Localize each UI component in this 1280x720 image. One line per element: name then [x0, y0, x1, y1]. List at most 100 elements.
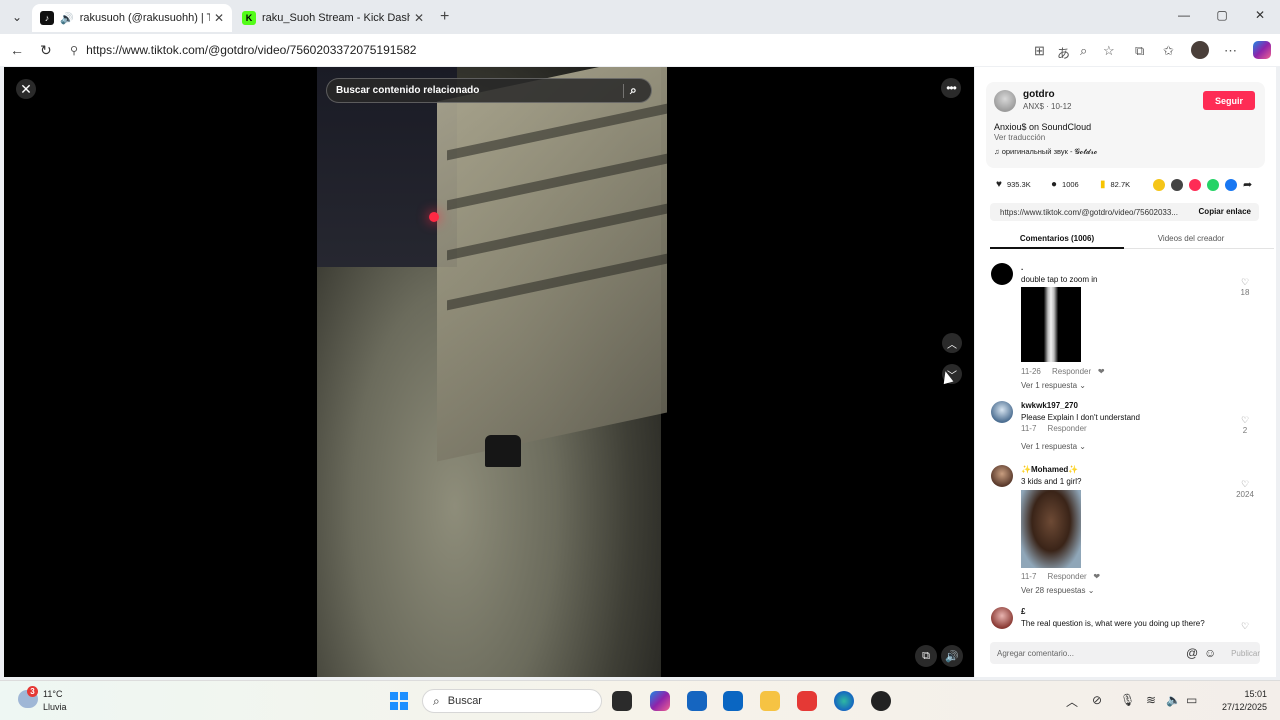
copy-link-button[interactable]: Copiar enlace	[1199, 207, 1251, 216]
outlook-icon[interactable]	[723, 691, 743, 711]
view-replies-link[interactable]: Ver 28 respuestas ⌄	[1021, 586, 1094, 595]
mention-icon[interactable]: @	[1186, 646, 1198, 660]
volume-icon[interactable]: 🔊	[941, 645, 963, 667]
tab-creator-videos[interactable]: Videos del creador	[1124, 234, 1258, 243]
reply-button[interactable]: Responder	[1048, 424, 1087, 433]
close-video-icon[interactable]: ✕	[16, 79, 36, 99]
comment-username[interactable]: £	[1021, 607, 1025, 616]
address-bar[interactable]: ⚲ https://www.tiktok.com/@gotdro/video/7…	[64, 38, 1126, 62]
comment-input-placeholder[interactable]: Agregar comentario...	[997, 649, 1074, 658]
show-hidden-icons-icon[interactable]: ︿	[1066, 693, 1078, 710]
site-info-icon[interactable]: ⚲	[70, 44, 78, 57]
creator-avatar[interactable]	[994, 90, 1016, 112]
edge-browser-icon[interactable]	[834, 691, 854, 711]
comment-like-button[interactable]: ♡ 18	[1235, 277, 1255, 297]
like-stat[interactable]: ♥ 935.3K	[996, 179, 1031, 190]
comment-username[interactable]: kwkwk197_270	[1021, 401, 1078, 410]
related-search-input[interactable]: Buscar contenido relacionado ⌕	[326, 78, 652, 103]
heart-icon[interactable]: ♥	[996, 179, 1002, 190]
weather-temperature[interactable]: 11°C	[43, 689, 62, 699]
url-text[interactable]: https://www.tiktok.com/@gotdro/video/756…	[86, 43, 416, 57]
battery-icon[interactable]: ▭	[1186, 693, 1197, 707]
app-available-icon[interactable]: ⊞	[1034, 43, 1045, 59]
refresh-icon[interactable]: ↻	[40, 42, 52, 59]
video-player[interactable]: ✕ Buscar contenido relacionado ⌕ ••• ︿ ﹀…	[4, 67, 974, 677]
comment-stat[interactable]: ● 1006	[1051, 179, 1079, 190]
view-replies-link[interactable]: Ver 1 respuesta ⌄	[1021, 442, 1086, 451]
close-tab-icon[interactable]: ✕	[214, 11, 224, 25]
comment-like-button[interactable]: ♡ 2	[1235, 415, 1255, 435]
copilot-icon[interactable]	[1253, 41, 1271, 59]
publish-button[interactable]: Publicar	[1231, 649, 1260, 658]
sound-link[interactable]: ♫ оригинальный звук - 𝓖𝓸𝓽𝓭𝓻𝓸	[994, 147, 1097, 157]
save-stat[interactable]: ▮ 82.7K	[1100, 179, 1130, 190]
emoji-icon[interactable]: ☺	[1204, 646, 1216, 660]
follow-button[interactable]: Seguir	[1203, 91, 1255, 110]
maximize-icon[interactable]: ▢	[1212, 8, 1232, 22]
commenter-avatar[interactable]	[991, 401, 1013, 423]
heart-outline-icon[interactable]: ♡	[1241, 277, 1249, 287]
weather-condition[interactable]: Lluvia	[43, 702, 67, 712]
browser-tab-tiktok[interactable]: ♪ 🔊 rakusuoh (@rakusuohh) | TikTok ✕	[32, 4, 232, 32]
speaker-icon[interactable]: 🔊	[60, 12, 74, 25]
comment-input[interactable]: Agregar comentario... @ ☺ Publicar	[990, 642, 1260, 664]
close-window-icon[interactable]: ✕	[1250, 8, 1270, 22]
coin-share-icon[interactable]	[1153, 179, 1165, 191]
reply-button[interactable]: Responder	[1048, 572, 1087, 581]
previous-video-icon[interactable]: ︿	[942, 333, 962, 353]
view-replies-link[interactable]: Ver 1 respuesta ⌄	[1021, 381, 1086, 390]
tiktok-share-icon[interactable]	[1189, 179, 1201, 191]
commenter-avatar[interactable]	[991, 263, 1013, 285]
more-options-icon[interactable]: •••	[941, 78, 961, 98]
comment-image[interactable]	[1021, 490, 1081, 568]
system-clock[interactable]: 15:01 27/12/2025	[1212, 688, 1267, 714]
new-tab-icon[interactable]: +	[440, 8, 449, 26]
tiktok-app-icon[interactable]	[871, 691, 891, 711]
zoom-icon[interactable]: ⌕	[1080, 43, 1087, 59]
file-explorer-icon[interactable]	[760, 691, 780, 711]
bookmark-icon[interactable]: ▮	[1100, 179, 1106, 190]
task-view-icon[interactable]	[612, 691, 632, 711]
comment-username[interactable]: ✨Mohamed✨	[1021, 465, 1078, 474]
floating-player-icon[interactable]: ⧉	[915, 645, 937, 667]
share-arrow-icon[interactable]: ➦	[1243, 178, 1252, 191]
commenter-avatar[interactable]	[991, 465, 1013, 487]
heart-outline-icon[interactable]: ♡	[1241, 621, 1249, 629]
windows-start-icon[interactable]	[390, 692, 408, 710]
comment-image[interactable]	[1021, 287, 1081, 362]
close-tab-icon[interactable]: ✕	[414, 11, 424, 25]
extensions-icon[interactable]: ⧉	[1135, 43, 1144, 59]
store-icon[interactable]	[687, 691, 707, 711]
reply-button[interactable]: Responder	[1052, 367, 1091, 376]
speaker-icon[interactable]: 🔈	[1166, 693, 1181, 707]
tab-actions-menu-icon[interactable]: ⌄	[6, 6, 28, 28]
facebook-share-icon[interactable]	[1225, 179, 1237, 191]
embed-share-icon[interactable]	[1171, 179, 1183, 191]
commenter-avatar[interactable]	[991, 607, 1013, 629]
back-arrow-icon[interactable]: ←	[10, 42, 24, 58]
translate-icon[interactable]: あ	[1057, 43, 1070, 62]
see-translation-link[interactable]: Ver traducción	[994, 133, 1045, 142]
copilot-app-icon[interactable]	[650, 691, 670, 711]
more-options-icon[interactable]: ⋯	[1224, 43, 1237, 59]
comment-bubble-icon[interactable]: ●	[1051, 179, 1057, 190]
creator-username[interactable]: gotdro	[1023, 89, 1055, 100]
search-icon[interactable]: ⌕	[630, 83, 637, 98]
favorites-icon[interactable]: ✩	[1163, 43, 1174, 59]
favorite-star-icon[interactable]: ☆	[1103, 43, 1115, 59]
profile-avatar[interactable]	[1191, 41, 1209, 59]
video-frame[interactable]	[317, 67, 667, 677]
heart-outline-icon[interactable]: ♡	[1241, 479, 1249, 489]
comment-username[interactable]: .	[1021, 263, 1023, 272]
network-off-icon[interactable]: ⊘	[1092, 693, 1102, 707]
wifi-icon[interactable]: ≋	[1146, 693, 1156, 707]
comment-like-button[interactable]: ♡	[1235, 621, 1255, 629]
browser-tab-kick[interactable]: K raku_Suoh Stream - Kick Dashboard ✕	[234, 4, 432, 32]
video-app-icon[interactable]	[797, 691, 817, 711]
tab-comments[interactable]: Comentarios (1006)	[990, 234, 1124, 243]
microphone-icon[interactable]: 🎙	[1120, 693, 1135, 707]
taskbar-search[interactable]: ⌕ Buscar	[422, 689, 602, 713]
whatsapp-share-icon[interactable]	[1207, 179, 1219, 191]
minimize-icon[interactable]: —	[1174, 8, 1194, 22]
heart-outline-icon[interactable]: ♡	[1241, 415, 1249, 425]
